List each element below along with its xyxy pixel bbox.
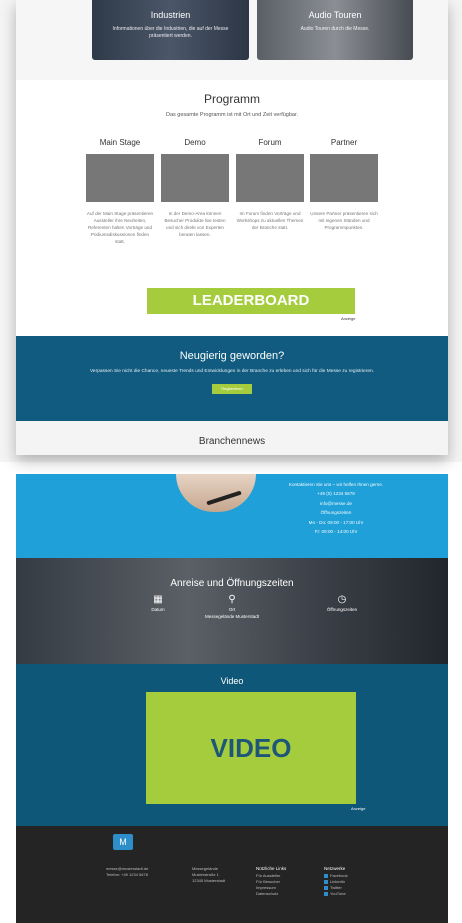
social-label: YouTube [330, 891, 346, 896]
footer-social-heading: Netzwerke [324, 866, 346, 871]
social-label: Facebook [330, 873, 348, 878]
youtube-icon [324, 891, 328, 896]
image-placeholder [310, 154, 378, 202]
video-section: Video VIDEO Anzeige [16, 664, 448, 826]
branchennews-section: Branchennews [16, 421, 448, 455]
footer-social: Netzwerke Facebook LinkedIn Twitter YouT… [324, 866, 348, 897]
video-title: Video [220, 676, 244, 686]
col-text: Im Forum finden Vorträge und Workshops z… [236, 211, 304, 230]
col-heading: Forum [258, 138, 282, 147]
footer-contact: messe@musterstadt.de Telefon: +49 1234 5… [106, 866, 148, 878]
register-button[interactable]: Registrieren [212, 384, 252, 394]
clock-icon: ◷ [337, 594, 347, 605]
tile-industrien[interactable]: Industrien Informationen über die Indust… [92, 0, 249, 60]
footer-address: Messegelände Musterstraße 1 12345 Muster… [192, 866, 225, 884]
tile-audio-touren[interactable]: Audio Touren Audio Touren durch die Mess… [257, 0, 413, 60]
col-demo[interactable]: Demo In der Demo-Area können Besucher Pr… [161, 138, 229, 238]
logo[interactable]: M [113, 834, 133, 850]
col-heading: Main Stage [99, 138, 141, 147]
anreise-item-datum[interactable]: ▦ Datum [128, 594, 188, 612]
image-placeholder [161, 154, 229, 202]
neugierig-text: Verpassen Sie nicht die Chance, neueste … [90, 369, 374, 374]
tile-title: Audio Touren [308, 10, 362, 20]
image-placeholder [236, 154, 304, 202]
anreise-title: Anreise und Öffnungszeiten [170, 578, 294, 589]
contact-info: Kontaktieren Sie uns – wir helfen Ihnen … [266, 480, 406, 536]
footer-line: 12345 Musterstadt [192, 878, 226, 883]
contact-line: Öffnungszeiten [320, 510, 352, 516]
programm-section: Programm Das gesamte Programm ist mit Or… [16, 92, 448, 118]
neugierig-section: Neugierig geworden? Verpassen Sie nicht … [16, 336, 448, 421]
contact-section: Kontaktieren Sie uns – wir helfen Ihnen … [16, 474, 448, 558]
calendar-icon: ▦ [153, 594, 163, 605]
facebook-icon [324, 873, 328, 878]
footer-phone: Telefon: +49 1234 5678 [106, 872, 148, 877]
tile-subtitle: Informationen über die Industrien, die a… [112, 26, 229, 39]
footer-link[interactable]: Datenschutz [256, 891, 286, 897]
programm-title: Programm [203, 92, 260, 106]
contact-phone[interactable]: +49 (0) 1234 5678 [266, 489, 406, 498]
social-link-youtube[interactable]: YouTube [324, 891, 348, 897]
neugierig-title: Neugierig geworden? [179, 350, 285, 362]
ad-caption: Anzeige [351, 806, 366, 811]
footer-links-heading: Nützliche Links [256, 866, 287, 871]
anreise-item-ort[interactable]: ⚲ Ort Messegelände Musterstadt [202, 594, 262, 619]
anreise-item-sub: Messegelände Musterstadt [204, 614, 260, 619]
social-label: Twitter [330, 885, 342, 890]
col-partner[interactable]: Partner Unsere Partner präsentieren sich… [310, 138, 378, 231]
col-heading: Partner [330, 138, 358, 147]
programm-columns: Main Stage Auf der Main Stage präsentier… [86, 138, 378, 268]
programm-subtitle: Das gesamte Programm ist mit Ort und Zei… [165, 112, 299, 118]
video-player[interactable]: VIDEO [146, 692, 356, 804]
contact-line: Fr: 09:00 - 14:00 Uhr [314, 529, 358, 535]
col-text: Auf der Main Stage präsentieren Ausstell… [86, 211, 154, 244]
page-preview-1: Industrien Informationen über die Indust… [16, 0, 448, 455]
tiles-bar: Industrien Informationen über die Indust… [16, 0, 448, 80]
social-label: LinkedIn [330, 879, 346, 884]
anreise-item-label: Datum [151, 607, 165, 612]
anreise-item-label: Ort [228, 607, 236, 612]
anreise-section: Anreise und Öffnungszeiten ▦ Datum ⚲ Ort… [16, 558, 448, 664]
anreise-item-label: Öffnungszeiten [326, 607, 358, 612]
col-heading: Demo [184, 138, 206, 147]
location-pin-icon: ⚲ [228, 594, 236, 605]
contact-email[interactable]: info@messe.de [266, 499, 406, 508]
anreise-item-zeiten[interactable]: ◷ Öffnungszeiten [312, 594, 372, 612]
col-text: Unsere Partner präsentieren sich mit eig… [310, 211, 378, 230]
contact-line: Mo - Do: 09:00 - 17:00 Uhr [308, 519, 364, 525]
col-text: In der Demo-Area können Besucher Produkt… [164, 211, 226, 237]
page-screenshot-1: Industrien Informationen über die Indust… [0, 0, 462, 462]
col-forum[interactable]: Forum Im Forum finden Vorträge und Works… [236, 138, 304, 231]
support-avatar [176, 474, 256, 512]
tile-title: Industrien [150, 10, 191, 20]
contact-line: Kontaktieren Sie uns – wir helfen Ihnen … [288, 482, 384, 487]
ad-caption: Anzeige [341, 316, 356, 321]
twitter-icon [324, 885, 328, 890]
branchennews-title: Branchennews [198, 436, 266, 447]
leaderboard-ad[interactable]: LEADERBOARD [147, 288, 355, 314]
page-screenshot-2: Kontaktieren Sie uns – wir helfen Ihnen … [16, 474, 448, 923]
footer: M messe@musterstadt.de Telefon: +49 1234… [16, 826, 448, 923]
tile-subtitle: Audio Touren durch die Messe. [300, 26, 370, 32]
footer-links: Nützliche Links Für Aussteller Für Besuc… [256, 866, 286, 897]
image-placeholder [86, 154, 154, 202]
linkedin-icon [324, 879, 328, 884]
col-main-stage[interactable]: Main Stage Auf der Main Stage präsentier… [86, 138, 154, 245]
